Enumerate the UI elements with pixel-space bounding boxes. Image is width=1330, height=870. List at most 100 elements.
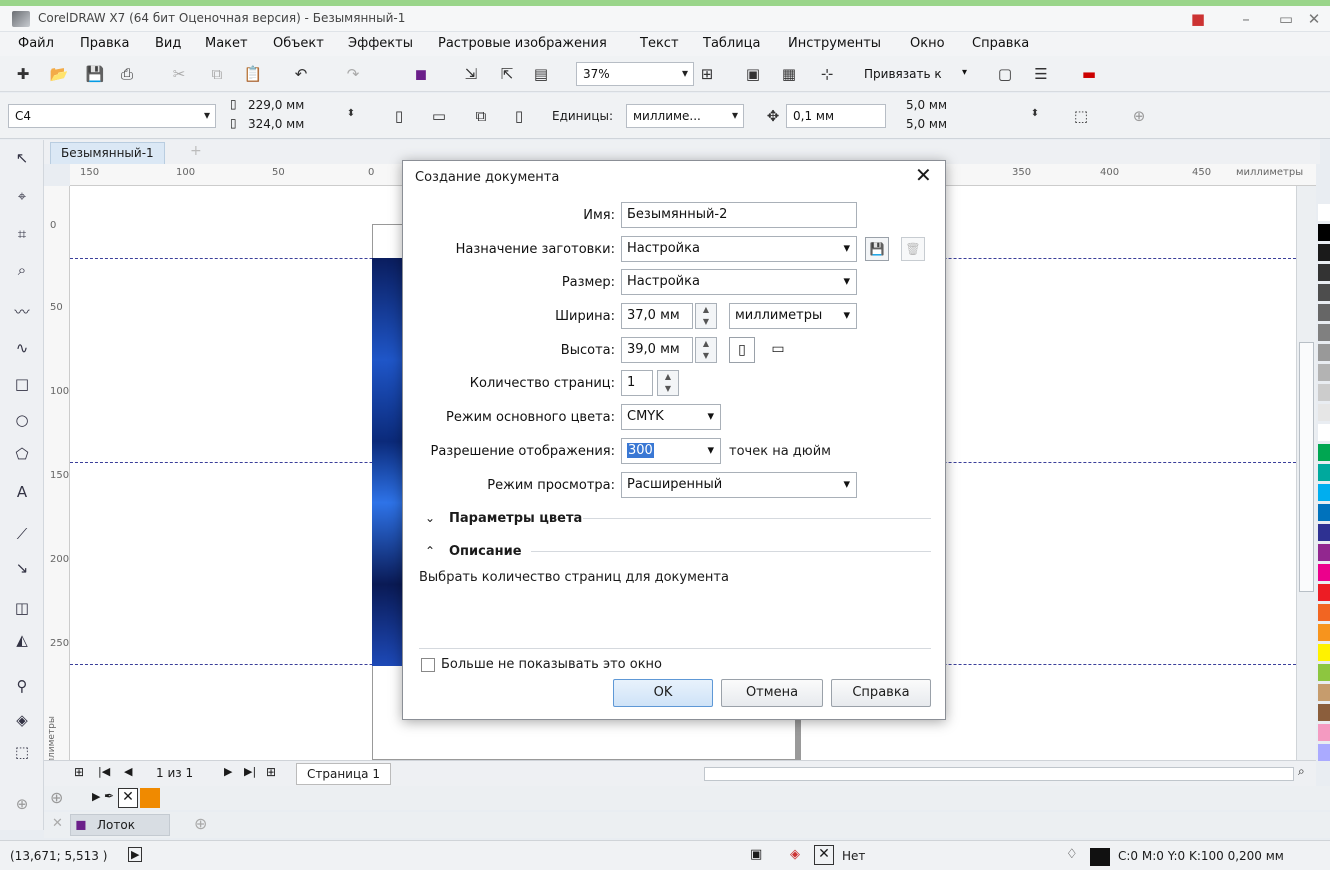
- add-page-after-icon[interactable]: ⊞: [266, 765, 276, 779]
- palette-swatch[interactable]: [1318, 624, 1330, 641]
- print-icon[interactable]: ⎙: [116, 63, 138, 85]
- add-icon[interactable]: ⊕: [1128, 105, 1150, 127]
- color-mode-select[interactable]: CMYK: [621, 404, 721, 430]
- search-content-icon[interactable]: ◼: [410, 63, 432, 85]
- zoom-tool-icon[interactable]: ⌕: [10, 258, 34, 282]
- palette-swatch[interactable]: [1318, 504, 1330, 521]
- add-tool-icon[interactable]: ⊕: [10, 792, 34, 816]
- palette-swatch[interactable]: [1318, 664, 1330, 681]
- portrait-orientation-icon[interactable]: ▯: [729, 337, 755, 363]
- pages-input[interactable]: 1: [621, 370, 653, 396]
- menu-file[interactable]: Файл: [18, 36, 54, 51]
- close-button[interactable]: ✕: [1304, 10, 1324, 28]
- zoom-level-select[interactable]: 37%: [576, 62, 694, 86]
- menu-edit[interactable]: Правка: [80, 36, 129, 51]
- drop-shadow-icon[interactable]: ◫: [10, 596, 34, 620]
- landscape-icon[interactable]: ▭: [428, 105, 450, 127]
- minimize-button[interactable]: –: [1236, 10, 1256, 28]
- dont-show-checkbox[interactable]: [421, 658, 435, 672]
- preset-select[interactable]: Настройка: [621, 236, 857, 262]
- rectangle-tool-icon[interactable]: □: [10, 372, 34, 396]
- paste-icon[interactable]: 📋: [242, 63, 264, 85]
- show-grid-icon[interactable]: ⊹: [816, 63, 838, 85]
- open-icon[interactable]: 📂: [48, 63, 70, 85]
- landscape-orientation-icon[interactable]: ▭: [765, 337, 791, 363]
- cancel-button[interactable]: Отмена: [721, 679, 823, 707]
- description-heading[interactable]: Описание: [449, 544, 522, 559]
- palette-swatch[interactable]: [1318, 464, 1330, 481]
- collapse-chevron-icon[interactable]: ⌃: [425, 544, 435, 558]
- units-select[interactable]: миллиме...: [626, 104, 744, 128]
- new-tab-icon[interactable]: +: [190, 143, 202, 159]
- ok-button[interactable]: OK: [613, 679, 713, 707]
- prev-page-icon[interactable]: ◀: [124, 765, 132, 778]
- dimension-tool-icon[interactable]: ⟋: [10, 522, 34, 546]
- redo-icon[interactable]: ↷: [342, 63, 364, 85]
- palette-swatch[interactable]: [1318, 344, 1330, 361]
- menu-window[interactable]: Окно: [910, 36, 945, 51]
- snap-chevron-icon[interactable]: ▾: [962, 67, 967, 78]
- close-tray-icon[interactable]: ✕: [52, 816, 63, 831]
- freehand-tool-icon[interactable]: 〰: [10, 300, 34, 324]
- all-pages-icon[interactable]: ⧉: [470, 105, 492, 127]
- artistic-media-icon[interactable]: ∿: [10, 336, 34, 360]
- outline-color-swatch[interactable]: [1090, 848, 1110, 866]
- page-height-value[interactable]: 324,0 мм: [248, 117, 304, 131]
- width-spinner[interactable]: ▲ ▼: [695, 303, 717, 329]
- color-palette[interactable]: [1318, 186, 1330, 798]
- full-screen-icon[interactable]: ▣: [742, 63, 764, 85]
- dialog-close-button[interactable]: ✕: [915, 163, 932, 187]
- menu-view[interactable]: Вид: [155, 36, 181, 51]
- menu-help[interactable]: Справка: [972, 36, 1029, 51]
- text-tool-icon[interactable]: A: [10, 480, 34, 504]
- new-document-icon[interactable]: ✚: [12, 63, 34, 85]
- pages-spinner[interactable]: ▲ ▼: [657, 370, 679, 396]
- palette-swatch[interactable]: [1318, 204, 1330, 221]
- height-spinner[interactable]: ▲ ▼: [695, 337, 717, 363]
- palette-swatch[interactable]: [1318, 524, 1330, 541]
- menu-table[interactable]: Таблица: [703, 36, 761, 51]
- resolution-select[interactable]: 300: [621, 438, 721, 464]
- connector-tool-icon[interactable]: ↘: [10, 556, 34, 580]
- palette-swatch[interactable]: [1318, 644, 1330, 661]
- palette-swatch[interactable]: [1318, 444, 1330, 461]
- scroll-thumb[interactable]: [1299, 342, 1314, 592]
- orange-swatch[interactable]: [140, 788, 160, 808]
- delete-preset-icon[interactable]: 🗑: [901, 237, 925, 261]
- palette-swatch[interactable]: [1318, 484, 1330, 501]
- palette-swatch[interactable]: [1318, 264, 1330, 281]
- copy-icon[interactable]: ⧉: [206, 63, 228, 85]
- page-frame-icon[interactable]: ⬚: [1070, 105, 1092, 127]
- size-select[interactable]: Настройка: [621, 269, 857, 295]
- color-eyedropper-icon[interactable]: ⚲: [10, 674, 34, 698]
- page-width-value[interactable]: 229,0 мм: [248, 98, 304, 112]
- palette-swatch[interactable]: [1318, 304, 1330, 321]
- publish-pdf-icon[interactable]: ▤: [530, 63, 552, 85]
- current-page-icon[interactable]: ▯: [508, 105, 530, 127]
- fill-none-swatch[interactable]: ✕: [814, 845, 834, 865]
- palette-swatch[interactable]: [1318, 684, 1330, 701]
- polygon-tool-icon[interactable]: ⬠: [10, 442, 34, 466]
- save-preset-icon[interactable]: 💾: [865, 237, 889, 261]
- menu-layout[interactable]: Макет: [205, 36, 248, 51]
- page-tab[interactable]: Страница 1: [296, 763, 391, 785]
- transparency-icon[interactable]: ◭: [10, 628, 34, 652]
- pick-tool-icon[interactable]: ↖: [10, 146, 34, 170]
- eyedropper-icon[interactable]: ✒: [104, 789, 114, 803]
- interactive-fill-icon[interactable]: ◈: [10, 708, 34, 732]
- shape-tool-icon[interactable]: ⌖: [10, 184, 34, 208]
- last-page-icon[interactable]: ▶|: [244, 765, 256, 778]
- palette-swatch[interactable]: [1318, 744, 1330, 761]
- palette-swatch[interactable]: [1318, 604, 1330, 621]
- color-proof-icon[interactable]: ▣: [750, 847, 762, 862]
- palette-swatch[interactable]: [1318, 544, 1330, 561]
- save-icon[interactable]: 💾: [84, 63, 106, 85]
- export-icon[interactable]: ⇱: [496, 63, 518, 85]
- units-select[interactable]: миллиметры: [729, 303, 857, 329]
- vertical-scrollbar[interactable]: [1296, 186, 1316, 760]
- palette-swatch[interactable]: [1318, 224, 1330, 241]
- size-spin-icon[interactable]: ⬍: [340, 103, 362, 125]
- tray-tab[interactable]: ◼ Лоток: [70, 814, 170, 836]
- options-icon[interactable]: ☰: [1030, 63, 1052, 85]
- duplicate-spin-icon[interactable]: ⬍: [1024, 103, 1046, 125]
